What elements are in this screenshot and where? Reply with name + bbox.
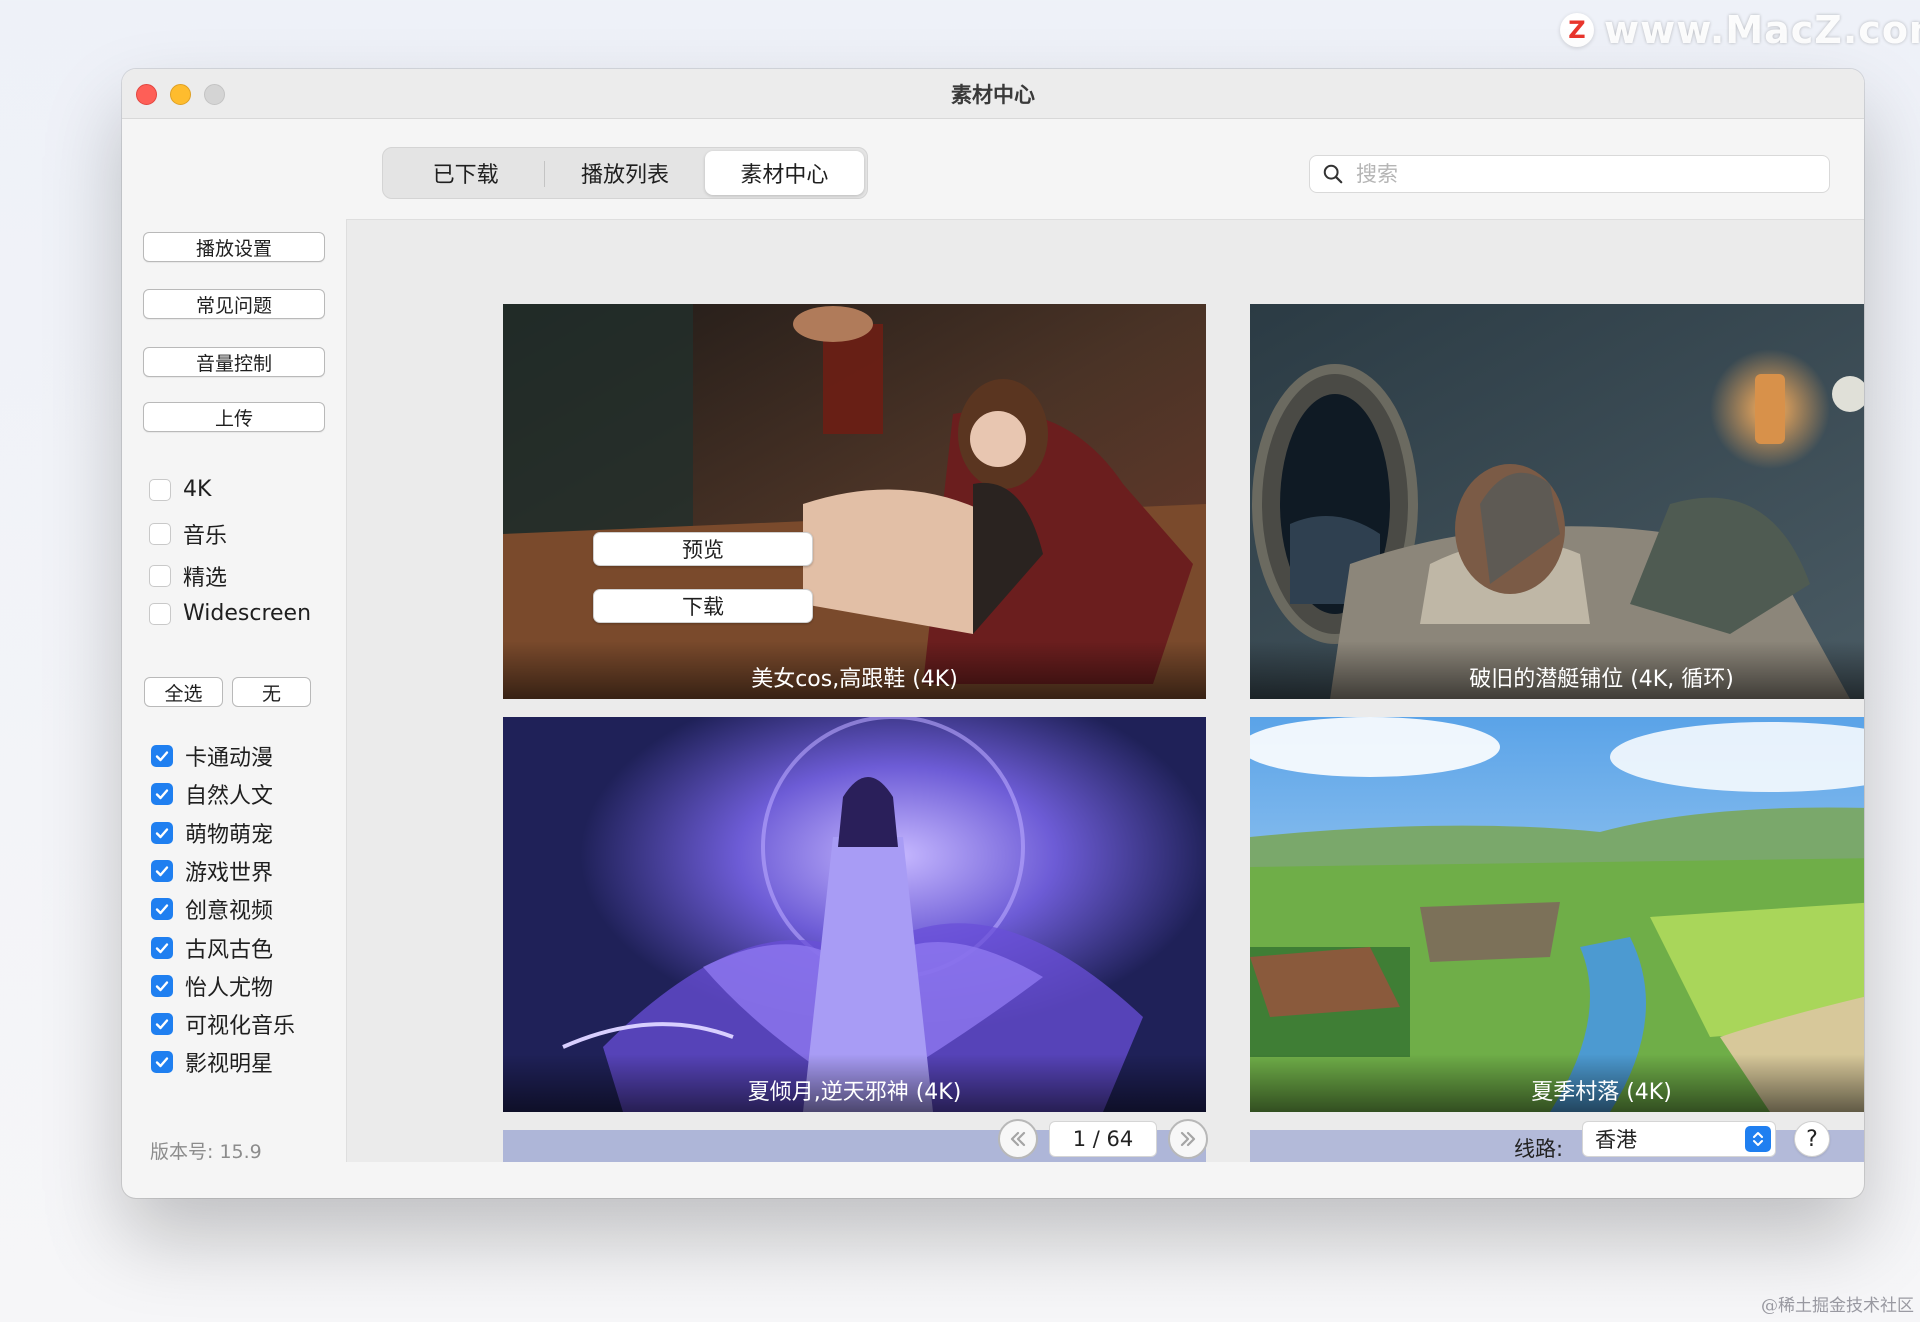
checkmark-icon <box>155 1019 169 1030</box>
next-page-button[interactable] <box>1168 1119 1208 1159</box>
thumbnail-image <box>503 304 1206 699</box>
category-ancient-style[interactable]: 古风古色 <box>151 932 273 964</box>
app-window: 素材中心 已下载 播放列表 素材中心 播放设置 常见问题 音量控制 上传 4K … <box>122 69 1864 1198</box>
checkbox[interactable] <box>151 859 173 882</box>
thumbnail-image <box>1250 304 1864 699</box>
category-pleasant-beauty[interactable]: 怡人尤物 <box>151 970 273 1002</box>
filter-label: Widescreen <box>183 601 312 626</box>
category-film-stars[interactable]: 影视明星 <box>151 1046 273 1078</box>
category-cute-pets[interactable]: 萌物萌宠 <box>151 817 273 849</box>
checkbox[interactable] <box>151 936 173 959</box>
checkmark-icon <box>155 751 169 762</box>
version-label: 版本号: 15.9 <box>150 1141 262 1163</box>
search-icon <box>1323 164 1343 184</box>
card-caption: 美女cos,高跟鞋 (4K) <box>503 641 1206 699</box>
material-card[interactable]: 夏季村落 (4K) <box>1250 717 1864 1112</box>
category-music-visualizer[interactable]: 可视化音乐 <box>151 1008 295 1040</box>
window-title: 素材中心 <box>951 82 1035 107</box>
filter-label: 音乐 <box>183 524 228 549</box>
upload-button[interactable]: 上传 <box>143 402 325 432</box>
category-label: 古风古色 <box>185 937 274 963</box>
checkmark-icon <box>155 1057 169 1068</box>
card-caption: 夏倾月,逆天邪神 (4K) <box>503 1054 1206 1112</box>
filter-label: 精选 <box>183 566 228 591</box>
route-value: 香港 <box>1595 1128 1637 1152</box>
checkmark-icon <box>155 981 169 991</box>
category-creative-video[interactable]: 创意视频 <box>151 893 273 925</box>
title-bar: 素材中心 <box>122 69 1864 119</box>
preview-button[interactable]: 预览 <box>593 532 813 566</box>
watermark-community: @稀土掘金技术社区 <box>1761 1296 1914 1316</box>
volume-control-button[interactable]: 音量控制 <box>143 347 325 377</box>
category-cartoon-anime[interactable]: 卡通动漫 <box>151 740 273 772</box>
close-window-button[interactable] <box>136 84 157 105</box>
checkbox[interactable] <box>151 974 173 997</box>
material-card[interactable]: 破旧的潜艇铺位 (4K, 循环) <box>1250 304 1864 699</box>
thumbnail-image <box>1250 717 1864 1112</box>
checkbox[interactable] <box>151 898 173 921</box>
checkbox[interactable] <box>151 821 173 844</box>
playback-settings-button[interactable]: 播放设置 <box>143 232 325 262</box>
select-all-button[interactable]: 全选 <box>144 677 223 707</box>
tab-material-center[interactable]: 素材中心 <box>704 151 864 195</box>
watermark-text: www.MacZ.com <box>1604 8 1920 52</box>
checkbox[interactable] <box>151 1051 173 1074</box>
checkbox[interactable] <box>149 478 171 501</box>
category-label: 萌物萌宠 <box>185 822 274 848</box>
checkbox[interactable] <box>151 1013 173 1036</box>
checkbox[interactable] <box>151 783 173 806</box>
traffic-lights <box>136 84 225 105</box>
tab-playlist[interactable]: 播放列表 <box>545 151 704 195</box>
checkbox[interactable] <box>151 745 173 767</box>
help-button[interactable]: ? <box>1794 1121 1830 1157</box>
faq-button[interactable]: 常见问题 <box>143 289 325 319</box>
search-box[interactable] <box>1309 155 1830 193</box>
checkmark-icon <box>155 942 169 953</box>
filter-label: 4K <box>183 477 212 502</box>
card-caption: 破旧的潜艇铺位 (4K, 循环) <box>1250 641 1864 699</box>
page-indicator: 1 / 64 <box>1049 1121 1157 1157</box>
checkbox[interactable] <box>149 565 171 587</box>
category-label: 自然人文 <box>185 784 274 810</box>
filter-widescreen[interactable]: Widescreen <box>149 601 311 626</box>
checkmark-icon <box>155 866 169 877</box>
category-label: 卡通动漫 <box>185 746 274 771</box>
route-select[interactable]: 香港 <box>1582 1121 1776 1157</box>
category-label: 创意视频 <box>185 899 274 925</box>
tab-downloaded[interactable]: 已下载 <box>386 151 546 195</box>
category-game-world[interactable]: 游戏世界 <box>151 855 273 887</box>
watermark-site: Z www.MacZ.com <box>1560 8 1920 52</box>
watermark-logo-icon: Z <box>1560 13 1594 47</box>
select-none-button[interactable]: 无 <box>232 677 311 707</box>
category-label: 可视化音乐 <box>185 1014 296 1040</box>
checkmark-icon <box>155 904 169 915</box>
double-chevron-right-icon <box>1180 1131 1196 1147</box>
category-label: 怡人尤物 <box>185 975 274 1001</box>
category-nature-culture[interactable]: 自然人文 <box>151 778 273 810</box>
material-card[interactable]: 夏倾月,逆天邪神 (4K) <box>503 717 1206 1112</box>
download-button[interactable]: 下载 <box>593 589 813 623</box>
checkmark-icon <box>155 789 169 800</box>
zoom-window-button[interactable] <box>204 84 225 105</box>
card-caption: 夏季村落 (4K) <box>1250 1054 1864 1112</box>
filter-music[interactable]: 音乐 <box>149 518 227 550</box>
route-label: 线路: <box>1514 1137 1564 1161</box>
material-grid: 预览 下载 美女cos,高跟鞋 (4K) 破旧的潜艇铺位 (4K, 循环) 夏倾… <box>346 219 1864 1162</box>
prev-page-button[interactable] <box>998 1119 1038 1159</box>
category-label: 游戏世界 <box>185 860 274 886</box>
double-chevron-left-icon <box>1010 1131 1026 1147</box>
tab-bar: 已下载 播放列表 素材中心 <box>382 147 868 199</box>
search-input[interactable] <box>1356 162 1816 186</box>
checkbox[interactable] <box>149 523 171 545</box>
up-down-chevron-icon <box>1745 1126 1771 1152</box>
material-card[interactable]: 预览 下载 美女cos,高跟鞋 (4K) <box>503 304 1206 699</box>
checkbox[interactable] <box>149 602 171 625</box>
minimize-window-button[interactable] <box>170 84 191 105</box>
filter-featured[interactable]: 精选 <box>149 560 227 592</box>
category-label: 影视明星 <box>185 1052 274 1078</box>
filter-4k[interactable]: 4K <box>149 477 211 502</box>
checkmark-icon <box>155 827 169 838</box>
thumbnail-image <box>503 717 1206 1112</box>
